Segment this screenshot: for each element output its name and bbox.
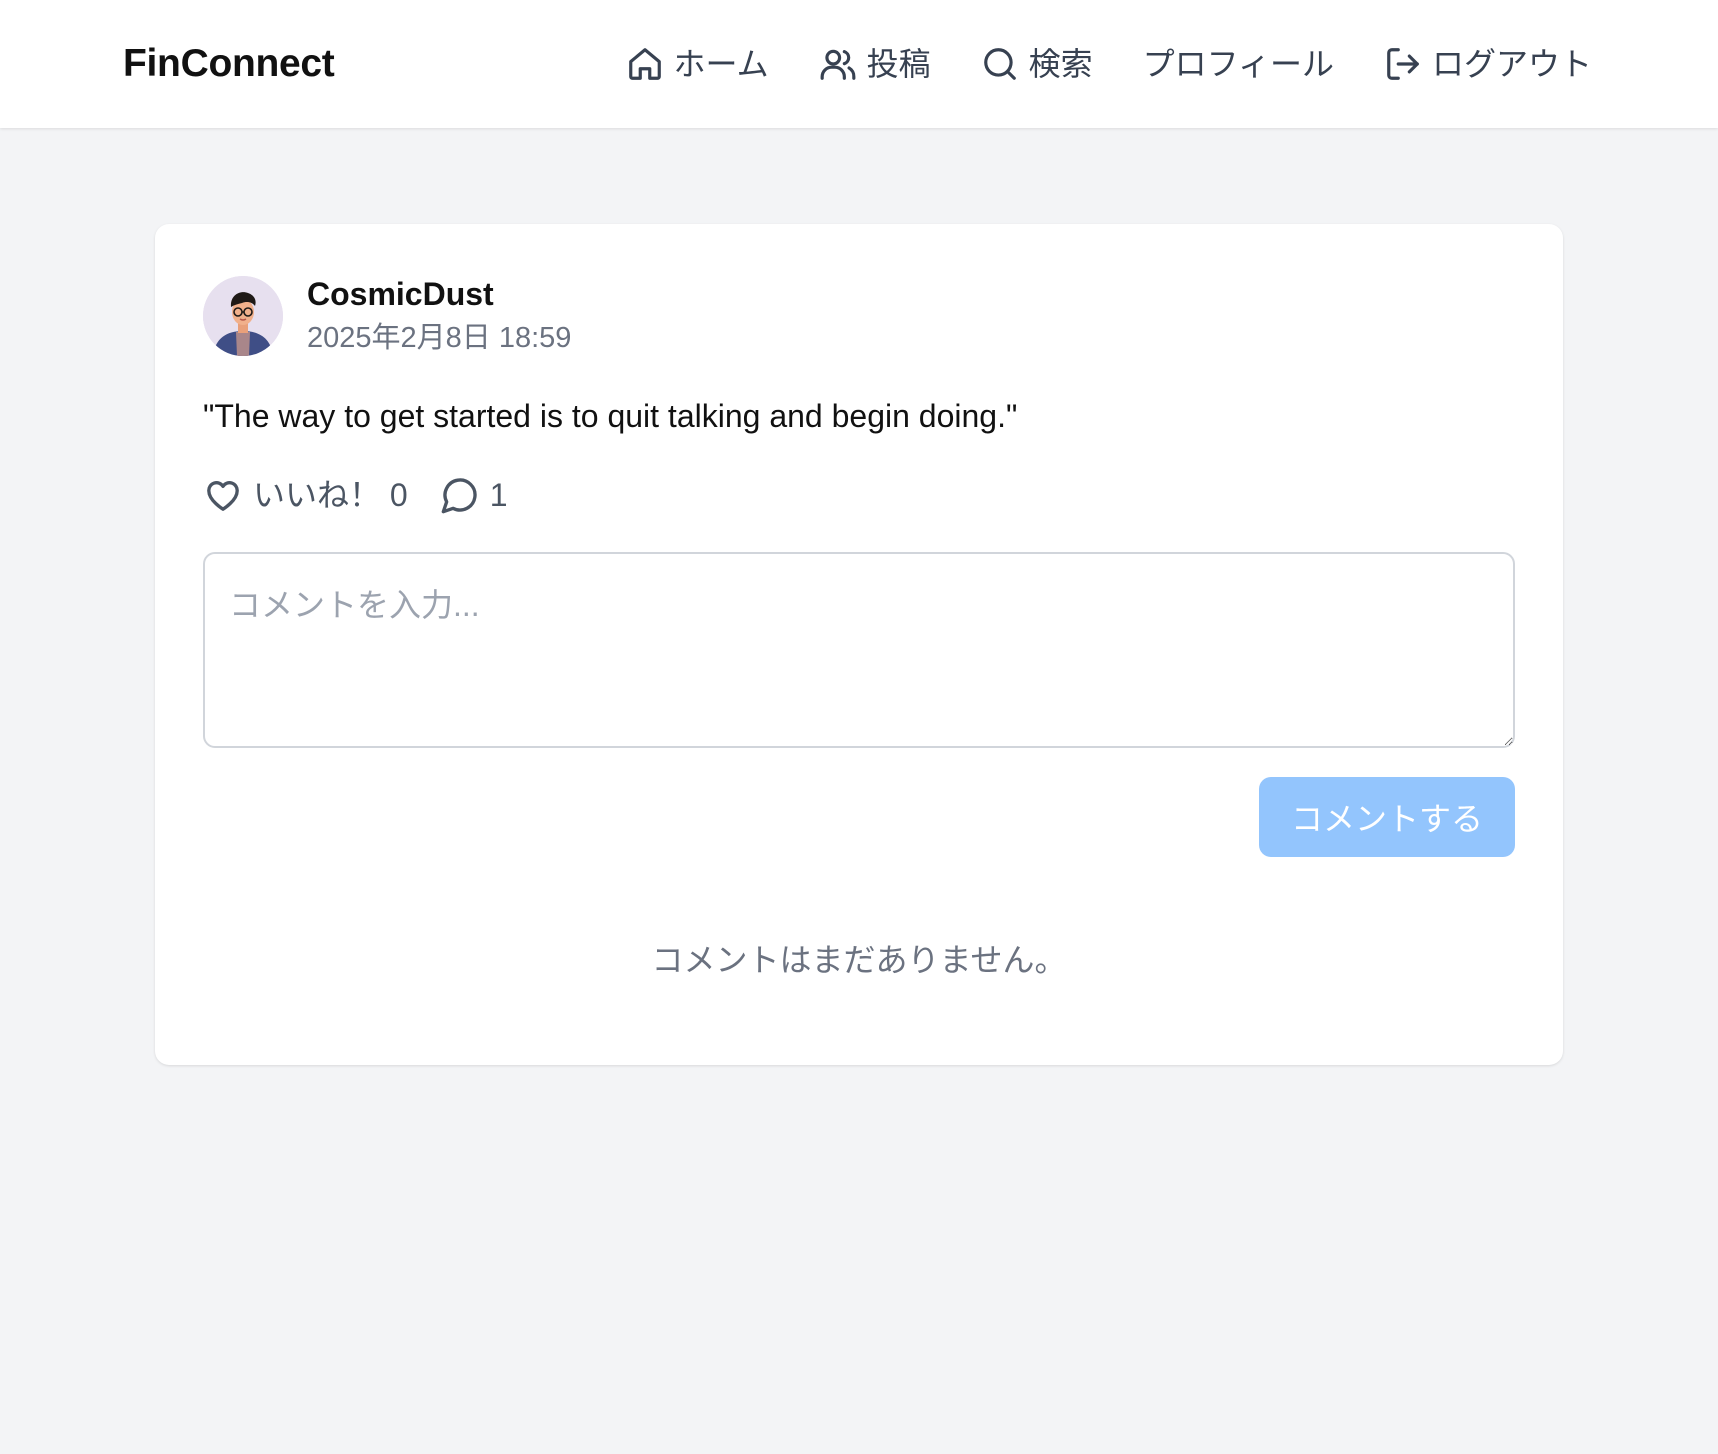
avatar[interactable] — [203, 276, 283, 356]
logout-icon — [1387, 48, 1419, 80]
comment-count-button[interactable]: 1 — [440, 473, 508, 517]
comment-count: 1 — [489, 477, 508, 513]
main-nav: ホーム 投稿 検索 プロフィール ログアウト — [626, 40, 1592, 88]
home-icon — [628, 48, 661, 80]
nav-item-search[interactable]: 検索 — [981, 40, 1093, 88]
nav-item-label: プロフィール — [1142, 46, 1334, 82]
search-icon — [983, 48, 1016, 80]
nav-item-post[interactable]: 投稿 — [819, 40, 931, 88]
no-comments-message: コメントはまだありません。 — [651, 942, 1067, 978]
top-nav-bar: FinConnect ホーム 投稿 検索 プロフィール ログアウト — [0, 0, 1718, 128]
user-avatar-illustration — [203, 276, 283, 356]
heart-icon — [207, 481, 239, 511]
users-icon — [820, 49, 855, 80]
post-author-name[interactable]: CosmicDust — [307, 274, 494, 314]
comment-input[interactable] — [203, 552, 1515, 748]
nav-item-label: 検索 — [1028, 46, 1093, 82]
brand-logo[interactable]: FinConnect — [123, 40, 335, 88]
nav-item-home[interactable]: ホーム — [626, 40, 769, 88]
nav-item-label: ホーム — [673, 46, 769, 82]
post-body: "The way to get started is to quit talki… — [203, 398, 1018, 434]
nav-item-profile[interactable]: プロフィール — [1143, 40, 1334, 88]
nav-item-logout[interactable]: ログアウト — [1384, 40, 1592, 88]
like-button[interactable]: いいね！ 0 — [203, 473, 408, 517]
post-actions: いいね！ 0 1 — [203, 472, 508, 518]
nav-item-label: 投稿 — [866, 46, 931, 82]
submit-comment-button[interactable]: コメントする — [1259, 777, 1515, 857]
post-timestamp: 2025年2月8日 18:59 — [307, 322, 572, 354]
post-card: CosmicDust 2025年2月8日 18:59 "The way to g… — [155, 224, 1563, 1065]
speech-bubble-icon — [441, 478, 477, 514]
nav-item-label: ログアウト — [1431, 46, 1592, 82]
like-count-label: いいね！ 0 — [253, 477, 408, 513]
